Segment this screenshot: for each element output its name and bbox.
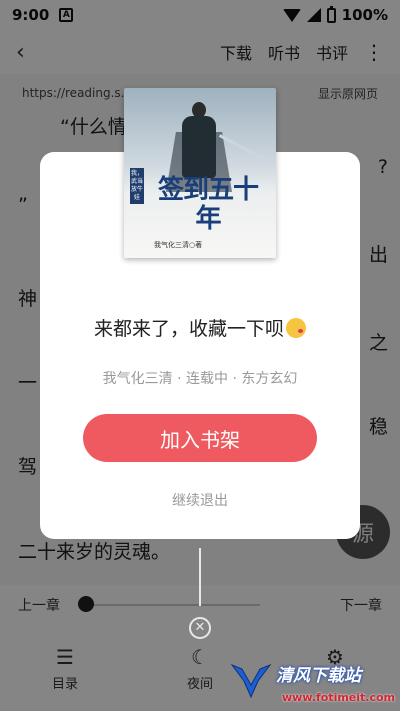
cover-series-tag: 我，武当放牛娃	[130, 168, 144, 204]
book-cover: 我，武当放牛娃 签到五十年 我气化三清○著	[124, 88, 276, 258]
site-watermark: 清风下载站 www.fotimeit.com	[230, 655, 398, 711]
watermark-url: www.fotimeit.com	[282, 691, 396, 704]
book-meta: 我气化三清 · 连载中 · 东方玄幻	[102, 371, 298, 387]
close-icon[interactable]: ✕	[189, 617, 211, 639]
cover-title: 签到五十年	[157, 175, 259, 234]
modal-title-text: 来都来了，收藏一下呗	[93, 318, 284, 340]
watermark-name: 清风下载站	[276, 666, 361, 686]
close-connector	[199, 548, 201, 606]
watermark-logo-icon	[230, 663, 272, 699]
modal-title: 来都来了，收藏一下呗	[0, 314, 400, 341]
kissing-face-emoji-icon	[286, 318, 306, 338]
cover-author: 我气化三清○著	[154, 241, 203, 249]
cover-sword	[218, 134, 274, 165]
add-to-bookshelf-button[interactable]: 加入书架	[83, 414, 317, 462]
continue-exit-link[interactable]: 继续退出	[0, 490, 400, 510]
